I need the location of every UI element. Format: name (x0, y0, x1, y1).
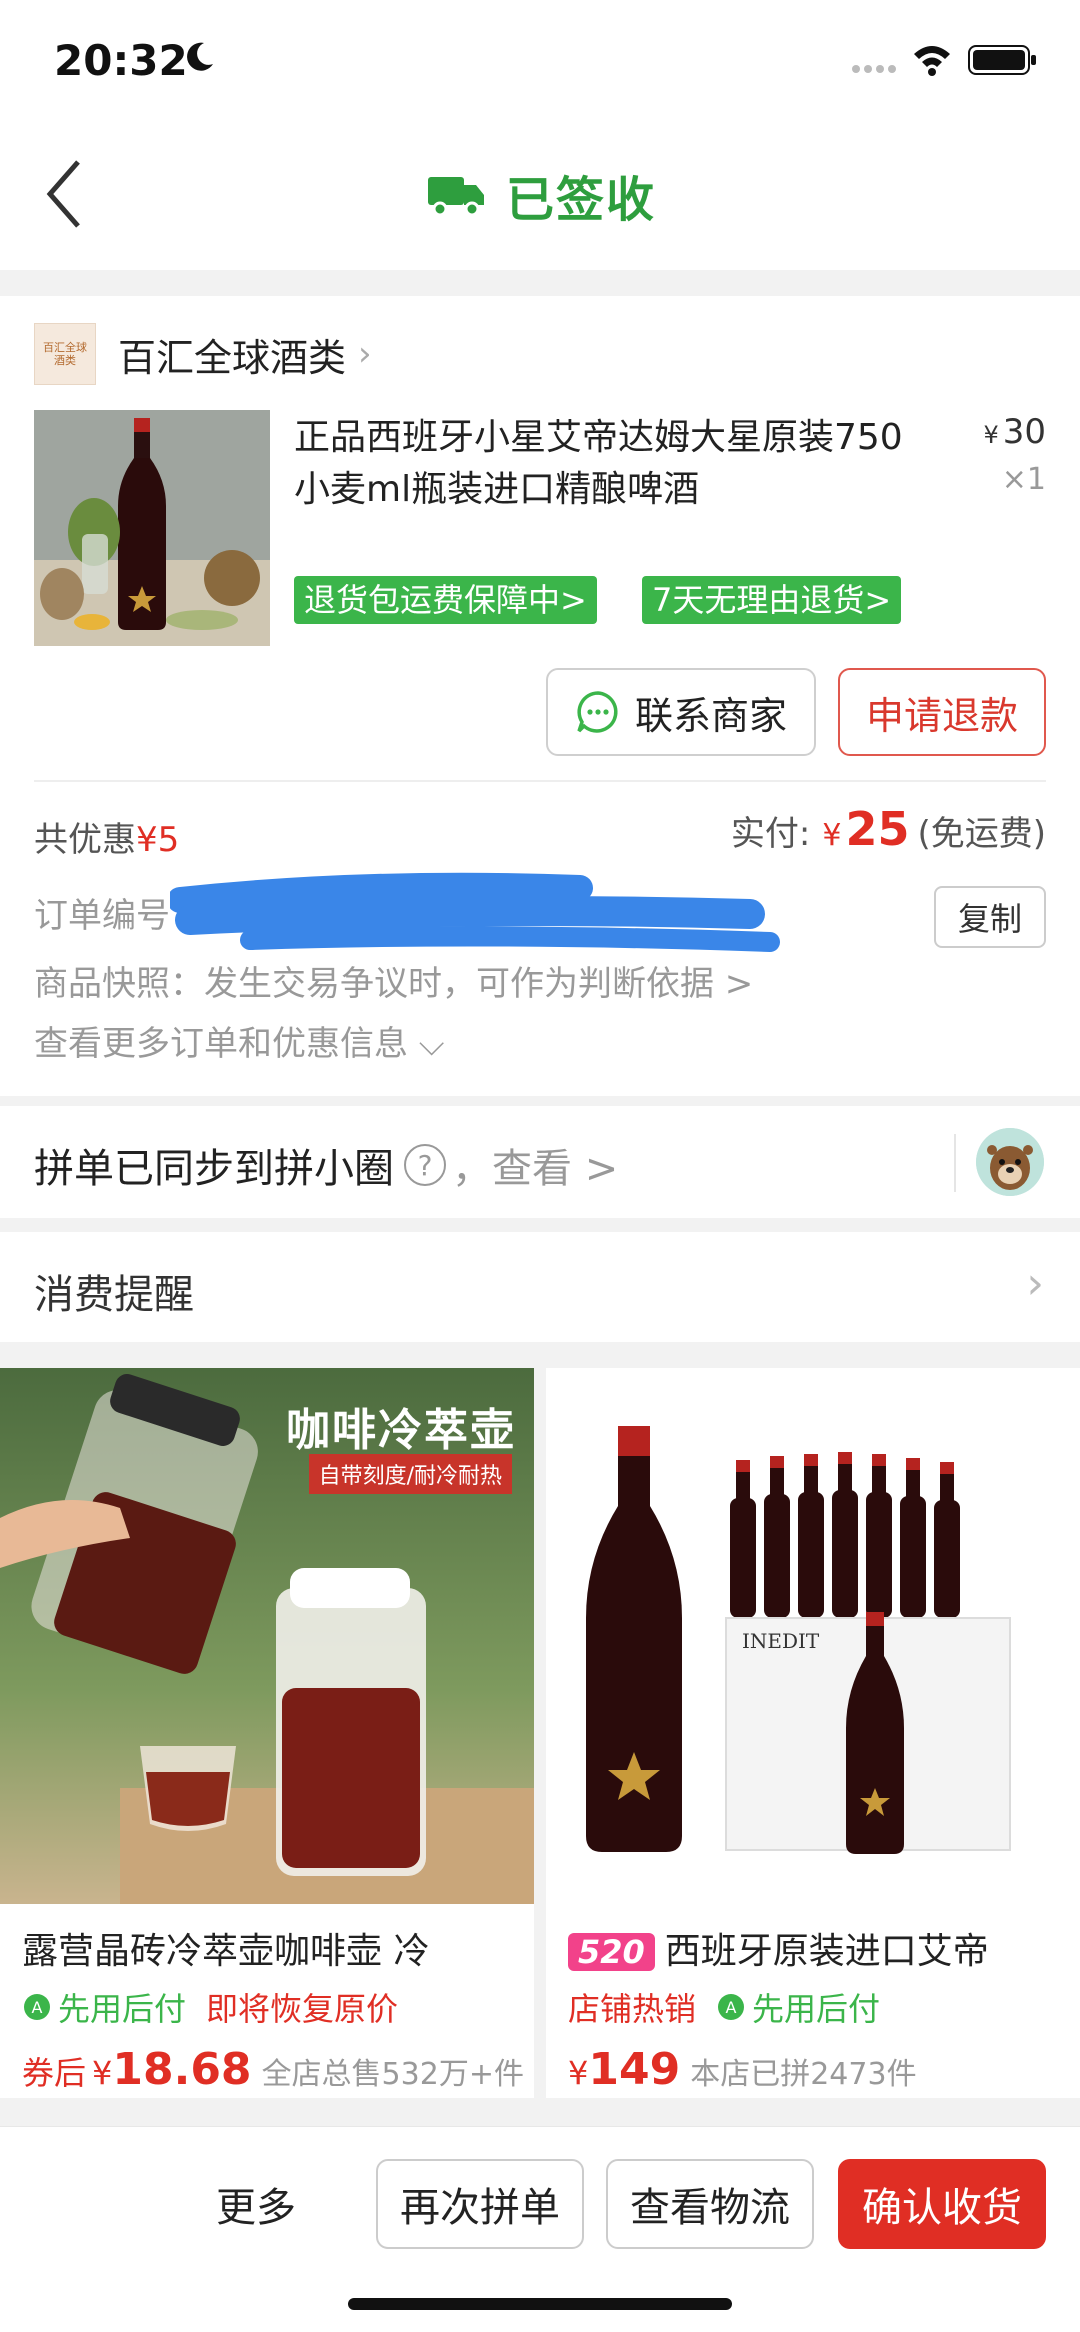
pay-later-label: 先用后付 (752, 1990, 881, 2028)
shield-icon: A (718, 1994, 745, 2020)
price-value: 30 (1002, 412, 1046, 452)
discount-value: ¥5 (136, 820, 180, 860)
recommendation-title[interactable]: 520 西班牙原装进口艾帝 (568, 1922, 989, 1974)
product-title[interactable]: 正品西班牙小星艾帝达姆大星原装750小麦ml瓶装进口精酿啤酒 (294, 412, 934, 516)
refund-button[interactable]: 申请退款 (838, 668, 1046, 756)
truck-icon (428, 177, 484, 217)
recommendation-badges: 店铺热销 A 先用后付 (568, 1984, 880, 2030)
order-number-label: 订单编号 (34, 896, 170, 936)
paid-note: (免运费) (917, 814, 1046, 854)
recommendation-image[interactable]: 咖啡冷萃壶 自带刻度/耐冷耐热 (0, 1368, 534, 1904)
contact-label: 联系商家 (634, 693, 787, 738)
chat-icon (577, 691, 618, 733)
beer-case-illustration: INEDIT (546, 1368, 1080, 1904)
paid-label: 实付: (730, 814, 811, 854)
help-icon[interactable]: ? (404, 1144, 446, 1186)
beer-bottle-illustration (34, 410, 270, 646)
pay-later-badge: A 先用后付 (716, 1984, 880, 2030)
recommendation-price-row: ¥ 149 本店已拼2473件 (568, 2044, 917, 2095)
page-title: 已签收 (506, 172, 657, 228)
paid-symbol: ¥ (822, 818, 842, 853)
shop-row[interactable]: 百汇全球酒类 百汇全球酒类 › (34, 322, 372, 386)
recommendation-card[interactable]: 咖啡冷萃壶 自带刻度/耐冷耐热 露营晶砖冷萃壶咖啡壶 冷 A 先用后付 即将恢复… (0, 1368, 534, 2098)
price-symbol: ¥ (983, 421, 999, 449)
order-card: 百汇全球酒类 百汇全球酒类 › 正品西班牙小星艾帝达姆大星原装750小麦ml瓶装… (0, 296, 1080, 1096)
product-snapshot-link[interactable]: 商品快照：发生交易争议时，可作为判断依据 > (34, 956, 753, 1005)
more-button[interactable]: 更多 (216, 2175, 296, 2233)
sync-row[interactable]: 拼单已同步到拼小圈 ? ，查看 > (0, 1106, 1080, 1218)
price-symbol: ¥ (568, 2054, 589, 2092)
recommendation-card[interactable]: INEDIT 520 西班牙原装进口艾帝 店铺热销 A 先用后付 ¥ 149 本店… (546, 1368, 1080, 2098)
divider (34, 780, 1046, 782)
product-quantity: ×1 (1001, 462, 1046, 497)
status-time: 20:32 (54, 36, 188, 85)
price-value: 149 (588, 2044, 681, 2095)
vertical-divider (954, 1134, 956, 1192)
recommendation-title-text: 西班牙原装进口艾帝 (664, 1931, 989, 1972)
price-symbol: ¥ (92, 2054, 113, 2092)
recommendation-image[interactable]: INEDIT (546, 1368, 1080, 1904)
nav-title-group: 已签收 (426, 160, 656, 230)
battery-icon (968, 45, 1036, 75)
svg-text:A: A (726, 1998, 737, 2017)
return-shipping-tag[interactable]: 退货包运费保障中> (294, 576, 597, 624)
reorder-button[interactable]: 再次拼单 (376, 2159, 584, 2249)
confirm-receipt-button[interactable]: 确认收货 (838, 2159, 1046, 2249)
paid-summary: 实付: ¥ 25 (免运费) (731, 802, 1046, 856)
reminder-label: 消费提醒 (34, 1272, 194, 1318)
shield-icon: A (24, 1994, 50, 2020)
recommendation-title[interactable]: 露营晶砖冷萃壶咖啡壶 冷 (22, 1922, 429, 1974)
nav-bar: 已签收 (0, 120, 1080, 270)
price-prefix: 券后 (22, 2054, 87, 2092)
moon-icon (187, 42, 213, 71)
svg-text:A: A (32, 1998, 43, 2017)
signal-icon (852, 65, 896, 73)
shop-hot-badge: 店铺热销 (568, 1990, 697, 2028)
discount-label: 共优惠 (34, 820, 136, 860)
seven-day-return-tag[interactable]: 7天无理由退货> (642, 576, 902, 624)
copy-button[interactable]: 复制 (934, 886, 1046, 948)
chevron-right-icon: › (358, 334, 372, 374)
shop-name[interactable]: 百汇全球酒类 (118, 327, 346, 382)
product-image[interactable] (34, 410, 270, 646)
shop-logo: 百汇全球酒类 (34, 323, 96, 385)
contact-merchant-button[interactable]: 联系商家 (546, 668, 816, 756)
sync-view-link[interactable]: ，查看 > (452, 1136, 618, 1194)
consumption-reminder-row[interactable]: 消费提醒 › (0, 1232, 1080, 1342)
sales-count: 本店已拼2473件 (690, 2057, 917, 2092)
discount-summary: 共优惠¥5 (34, 812, 179, 861)
promo-520-badge: 520 (568, 1933, 655, 1971)
view-logistics-button[interactable]: 查看物流 (606, 2159, 814, 2249)
image-overlay-title: 咖啡冷萃壶 (286, 1405, 516, 1456)
home-indicator[interactable] (348, 2298, 732, 2310)
pay-later-label: 先用后付 (58, 1990, 187, 2028)
sync-text: 拼单已同步到拼小圈 (34, 1146, 394, 1192)
recommendation-price-row: 券后 ¥ 18.68 全店总售532万+件 (22, 2044, 524, 2095)
chevron-right-icon: › (1026, 1258, 1044, 1309)
sales-count: 全店总售532万+件 (261, 2057, 524, 2092)
back-icon[interactable] (40, 156, 90, 232)
otter-avatar-icon (976, 1128, 1044, 1196)
price-restore-badge: 即将恢复原价 (206, 1990, 399, 2028)
product-price: ¥30 (983, 412, 1046, 452)
image-overlay-subtitle: 自带刻度/耐冷耐热 (308, 1454, 512, 1494)
order-detail-page: 20:32 已签收 百汇全球酒类 百汇全球酒类 › 正品西班牙小星艾帝达姆大星原… (0, 0, 1080, 2332)
more-order-info-link[interactable]: 查看更多订单和优惠信息 ⌵ (34, 1016, 445, 1065)
redaction-scribble (170, 872, 780, 952)
status-bar: 20:32 (0, 0, 1080, 120)
paid-amount: 25 (845, 802, 910, 856)
recommendation-badges: A 先用后付 即将恢复原价 (22, 1984, 398, 2030)
pay-later-badge: A 先用后付 (22, 1984, 186, 2030)
box-label: INEDIT (742, 1629, 820, 1653)
sync-text-group: 拼单已同步到拼小圈 ? ，查看 > (34, 1136, 618, 1194)
wifi-icon (914, 46, 950, 76)
price-value: 18.68 (112, 2044, 252, 2095)
avatar[interactable] (976, 1128, 1044, 1196)
